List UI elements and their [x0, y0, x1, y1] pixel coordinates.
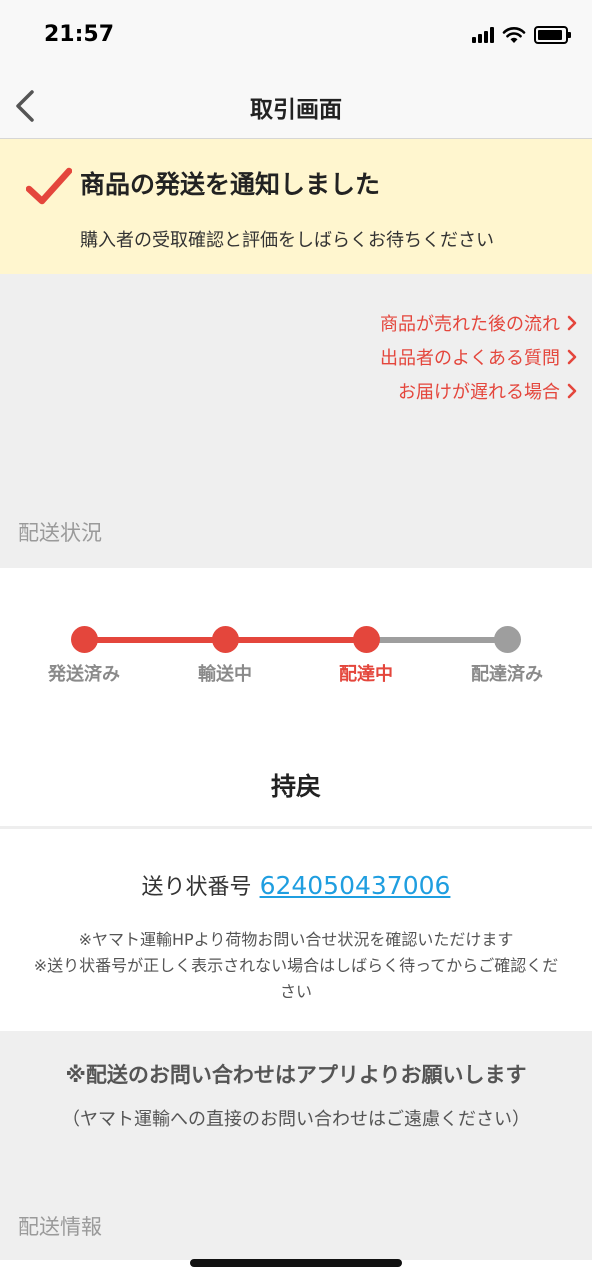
tracking-notes: ※ヤマト運輸HPより荷物お問い合せ状況を確認いただけます ※送り状番号が正しく表… — [30, 927, 562, 1005]
help-links-section: 商品が売れた後の流れ 出品者のよくある質問 お届けが遅れる場合 配送状況 — [0, 274, 592, 568]
progress-track-pending — [368, 637, 508, 643]
tracking-section: 送り状番号 624050437006 ※ヤマト運輸HPより荷物お問い合せ状況を確認… — [0, 826, 592, 1034]
link-seller-faq[interactable]: 出品者のよくある質問 — [380, 340, 578, 374]
link-label: お届けが遅れる場合 — [398, 382, 560, 403]
contact-title: ※配送のお問い合わせはアプリよりお願いします — [65, 1063, 527, 1087]
tracking-label: 送り状番号 — [141, 875, 252, 900]
step-dot-shipped — [71, 626, 98, 653]
status-bar: 21:57 — [0, 0, 592, 74]
section-label-delivery-info: 配送情報 — [18, 1215, 102, 1239]
status-icons — [472, 26, 571, 44]
link-label: 出品者のよくある質問 — [380, 348, 560, 369]
navigation-bar: 取引画面 — [0, 74, 592, 139]
battery-icon — [534, 26, 571, 44]
contact-notice: ※配送のお問い合わせはアプリよりお願いします （ヤマト運輸への直接のお問い合わせ… — [0, 1031, 592, 1260]
step-label-shipped: 発送済み — [48, 664, 120, 685]
section-label-delivery-status: 配送状況 — [18, 521, 102, 545]
notice-message: 購入者の受取確認と評価をしばらくお待ちください — [80, 230, 494, 251]
home-indicator[interactable] — [190, 1259, 402, 1267]
delivery-progress: 発送済み 輸送中 配達中 配達済み 持戻 — [0, 568, 592, 824]
link-flow-after-sale[interactable]: 商品が売れた後の流れ — [380, 306, 578, 340]
signal-icon — [472, 27, 494, 43]
chevron-right-icon — [567, 383, 577, 399]
wifi-icon — [502, 27, 526, 43]
check-icon — [26, 167, 72, 205]
step-dot-in-transit — [212, 626, 239, 653]
tracking-note: ※ヤマト運輸HPより荷物お問い合せ状況を確認いただけます — [78, 930, 514, 949]
step-label-delivered: 配達済み — [471, 664, 543, 685]
link-delivery-delayed[interactable]: お届けが遅れる場合 — [380, 374, 578, 408]
step-label-out-for-delivery: 配達中 — [339, 664, 393, 685]
delivery-status-text: 持戻 — [270, 772, 321, 801]
help-links: 商品が売れた後の流れ 出品者のよくある質問 お届けが遅れる場合 — [380, 306, 578, 408]
page-title: 取引画面 — [250, 97, 342, 123]
tracking-number-link[interactable]: 624050437006 — [260, 871, 451, 900]
shipping-notice: 商品の発送を通知しました 購入者の受取確認と評価をしばらくお待ちください — [0, 139, 592, 274]
notice-title: 商品の発送を通知しました — [80, 170, 381, 199]
chevron-right-icon — [567, 315, 577, 331]
status-time: 21:57 — [44, 22, 115, 47]
chevron-right-icon — [567, 349, 577, 365]
contact-subtitle: （ヤマト運輸への直接のお問い合わせはご遠慮ください） — [62, 1109, 530, 1130]
step-label-in-transit: 輸送中 — [198, 664, 252, 685]
step-dot-out-for-delivery — [353, 626, 380, 653]
tracking-row: 送り状番号 624050437006 — [0, 869, 592, 901]
step-dot-delivered — [494, 626, 521, 653]
tracking-note: ※送り状番号が正しく表示されない場合はしばらく待ってからご確認ください — [33, 956, 559, 1001]
link-label: 商品が売れた後の流れ — [380, 314, 560, 335]
